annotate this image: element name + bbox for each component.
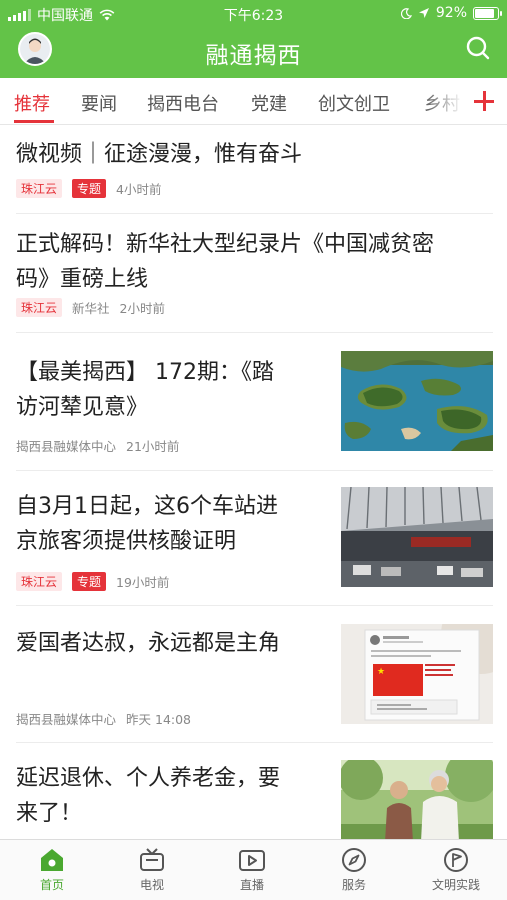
nav-live[interactable]: 直播 (212, 846, 292, 893)
news-item[interactable]: 【最美揭西】 172期：《踏 访河辇见意》 揭西县融媒体中心 21小时前 (16, 333, 493, 471)
news-title: 延迟退休、个人养老金，要 来了！ (16, 766, 281, 826)
news-thumbnail (341, 351, 493, 451)
publish-time: 昨天 14:08 (126, 712, 192, 727)
tab-jiexi-radio[interactable]: 揭西电台 (147, 90, 219, 116)
location-arrow-icon (418, 8, 429, 18)
news-item[interactable]: 正式解码！新华社大型纪录片《中国减贫密 码》重磅上线 珠江云 新华社 2小时前 (16, 214, 493, 333)
news-meta: 珠江云 专题 4小时前 (16, 179, 161, 198)
news-title: 【最美揭西】 172期：《踏 访河辇见意》 (16, 360, 274, 420)
publish-time: 19小时前 (116, 575, 170, 590)
flag-badge-icon (444, 848, 468, 872)
add-channel-icon[interactable] (463, 78, 507, 124)
publisher: 揭西县融媒体中心 (16, 712, 117, 727)
bottom-tab-bar: 首页 电视 直播 服务 文明实践 (0, 839, 507, 900)
search-icon[interactable] (465, 35, 491, 61)
app-top-bar: 中国联通 下午6:23 92% 融通揭西 (0, 0, 507, 78)
news-title: 正式解码！新华社大型纪录片《中国减贫密 码》重磅上线 (16, 232, 435, 292)
news-thumbnail: ★ (341, 624, 493, 724)
social-post-image: ★ (341, 624, 493, 724)
battery-icon (473, 6, 502, 20)
nav-tv[interactable]: 电视 (112, 846, 192, 893)
news-item[interactable]: 自3月1日起，这6个车站进 京旅客须提供核酸证明 珠江云 专题 19小时前 (16, 471, 493, 606)
home-icon (41, 849, 63, 871)
live-video-icon (239, 850, 265, 871)
train-station-image (341, 487, 493, 587)
news-thumbnail (341, 760, 493, 842)
news-item[interactable]: 微视频｜征途漫漫，惟有奋斗 珠江云 专题 4小时前 (16, 125, 493, 214)
news-item[interactable]: 延迟退休、个人养老金，要 来了！ (16, 743, 493, 853)
publish-time: 4小时前 (116, 182, 162, 197)
tab-recommend[interactable]: 推荐 (14, 90, 50, 116)
source-tag: 珠江云 (16, 179, 63, 198)
news-thumbnail (341, 487, 493, 587)
nav-home[interactable]: 首页 (12, 846, 92, 893)
elderly-couple-image (341, 760, 493, 842)
news-title: 自3月1日起，这6个车站进 京旅客须提供核酸证明 (16, 494, 278, 554)
tab-headlines[interactable]: 要闻 (81, 90, 117, 116)
tab-party-building[interactable]: 党建 (251, 90, 287, 116)
topic-tag: 专题 (72, 572, 107, 591)
nav-civilization-practice[interactable]: 文明实践 (416, 846, 496, 893)
tab-fade (423, 78, 463, 124)
page-title: 融通揭西 (205, 43, 302, 69)
publish-time: 21小时前 (126, 439, 180, 454)
app-header: 融通揭西 (0, 26, 507, 78)
publish-time: 2小时前 (119, 301, 165, 316)
tab-civilization[interactable]: 创文创卫 (318, 90, 390, 116)
topic-tag: 专题 (72, 179, 107, 198)
moon-icon (400, 7, 412, 19)
compass-icon (342, 848, 366, 872)
tv-icon (140, 848, 164, 871)
publisher: 新华社 (72, 301, 110, 316)
publisher: 揭西县融媒体中心 (16, 439, 117, 454)
news-meta: 珠江云 专题 19小时前 (16, 572, 169, 591)
status-bar: 中国联通 下午6:23 92% (0, 0, 507, 26)
source-tag: 珠江云 (16, 298, 63, 317)
news-title: 微视频｜征途漫漫，惟有奋斗 (16, 142, 303, 167)
svg-text:★: ★ (377, 667, 385, 677)
news-title: 爱国者达叔，永远都是主角 (16, 631, 281, 656)
active-tab-indicator (14, 120, 54, 123)
channel-tabs: 推荐 要闻 揭西电台 党建 创文创卫 乡村 (0, 78, 507, 125)
news-meta: 珠江云 新华社 2小时前 (16, 298, 165, 317)
news-meta: 揭西县融媒体中心 21小时前 (16, 436, 179, 455)
news-meta: 揭西县融媒体中心 昨天 14:08 (16, 709, 191, 728)
source-tag: 珠江云 (16, 572, 63, 591)
battery-percent: 92% (435, 5, 467, 21)
news-item[interactable]: 爱国者达叔，永远都是主角 揭西县融媒体中心 昨天 14:08 ★ (16, 606, 493, 743)
nav-services[interactable]: 服务 (314, 846, 394, 893)
lake-islands-image (341, 351, 493, 451)
